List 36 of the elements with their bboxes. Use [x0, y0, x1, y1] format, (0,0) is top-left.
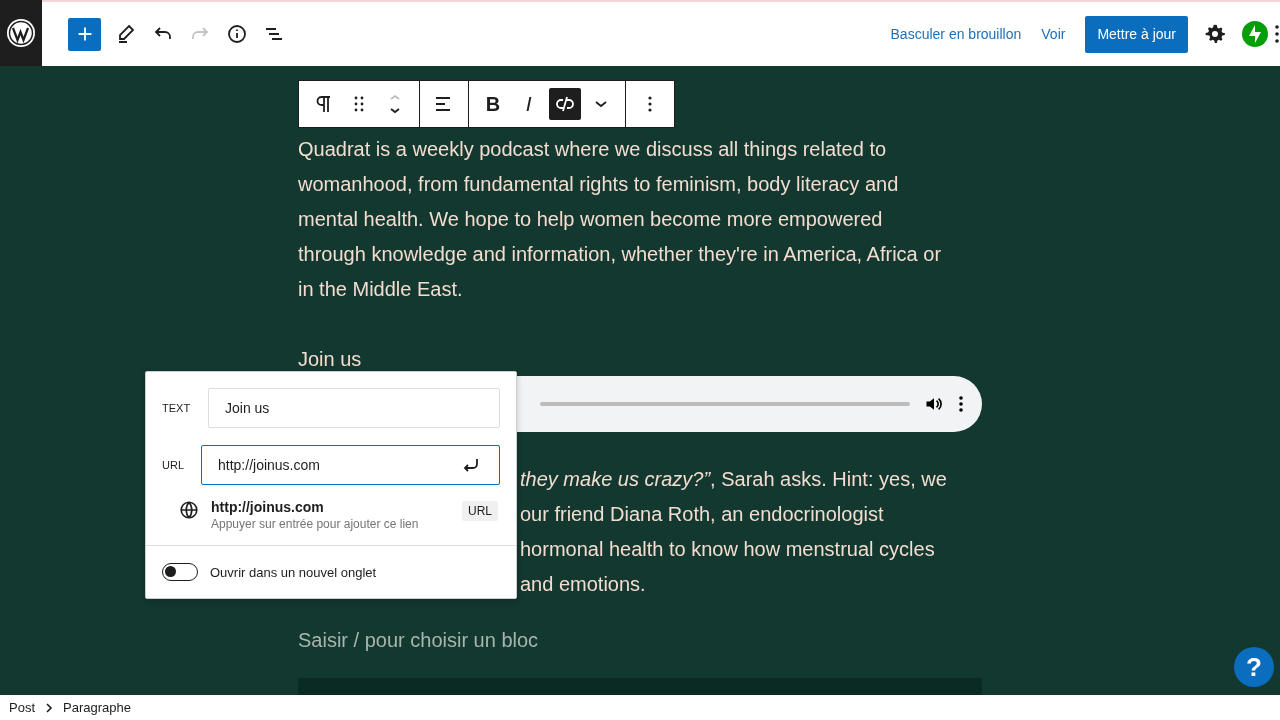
settings-icon[interactable] [1204, 23, 1226, 45]
lightning-icon[interactable] [1242, 21, 1268, 47]
info-icon[interactable] [225, 22, 249, 46]
block-placeholder[interactable]: Saisir / pour choisir un bloc [298, 623, 539, 658]
add-block-button[interactable] [68, 17, 101, 51]
breadcrumb-item[interactable]: Paragraphe [63, 700, 131, 715]
bold-button[interactable]: B [485, 92, 501, 116]
italic-button[interactable]: I [526, 92, 532, 116]
switch-to-draft-link[interactable]: Basculer en brouillon [890, 26, 1022, 42]
paragraph-text: Quadrat is a weekly podcast where we discuss all things related to womanhood, from fundamental rights to feminism, body literacy and mental health. We hope to help women become more empowered through knowledge and information, whether they're in America, Africa or in the Middle East. [298, 137, 943, 302]
help-button[interactable]: ? [1234, 647, 1274, 687]
more-options-icon[interactable] [958, 395, 964, 413]
more-options-icon[interactable] [647, 95, 653, 113]
text-field[interactable]: Join us [208, 388, 500, 428]
paragraph-text: and emotions. [520, 572, 647, 597]
wordpress-logo[interactable] [6, 18, 36, 48]
suggestion-title: http://joinus.com [211, 499, 325, 515]
update-button[interactable]: Mettre à jour [1085, 15, 1188, 53]
paragraph-text: hormonal health to know how menstrual cycles [520, 537, 936, 562]
link-suggestion[interactable]: http://joinus.com Appuyer sur entrée pour ajouter ce lien URL [146, 485, 516, 545]
link-text[interactable]: Join us [298, 347, 362, 371]
view-link[interactable]: Voir [1041, 26, 1066, 42]
toggle-label: Ouvrir dans un nouvel onglet [210, 564, 377, 580]
more-options-icon[interactable] [1274, 24, 1280, 44]
field-label: URL [162, 459, 185, 471]
progress-track[interactable] [540, 402, 910, 406]
globe-icon[interactable] [178, 499, 200, 521]
url-field[interactable]: http://joinus.com [201, 445, 500, 485]
url-tag: URL [462, 501, 498, 521]
field-label: TEXT [162, 402, 192, 414]
chevron-right-icon [45, 702, 53, 713]
suggestion-hint: Appuyer sur entrée pour ajouter ce lien [211, 517, 419, 531]
paragraph-text: our friend Diana Roth, an endocrinologist [520, 502, 885, 527]
drag-handle-icon[interactable] [352, 95, 366, 113]
breadcrumb-item[interactable]: Post [9, 700, 35, 715]
paragraph-text: they make us crazy?”, Sarah asks. Hint: yes, we [520, 467, 948, 492]
